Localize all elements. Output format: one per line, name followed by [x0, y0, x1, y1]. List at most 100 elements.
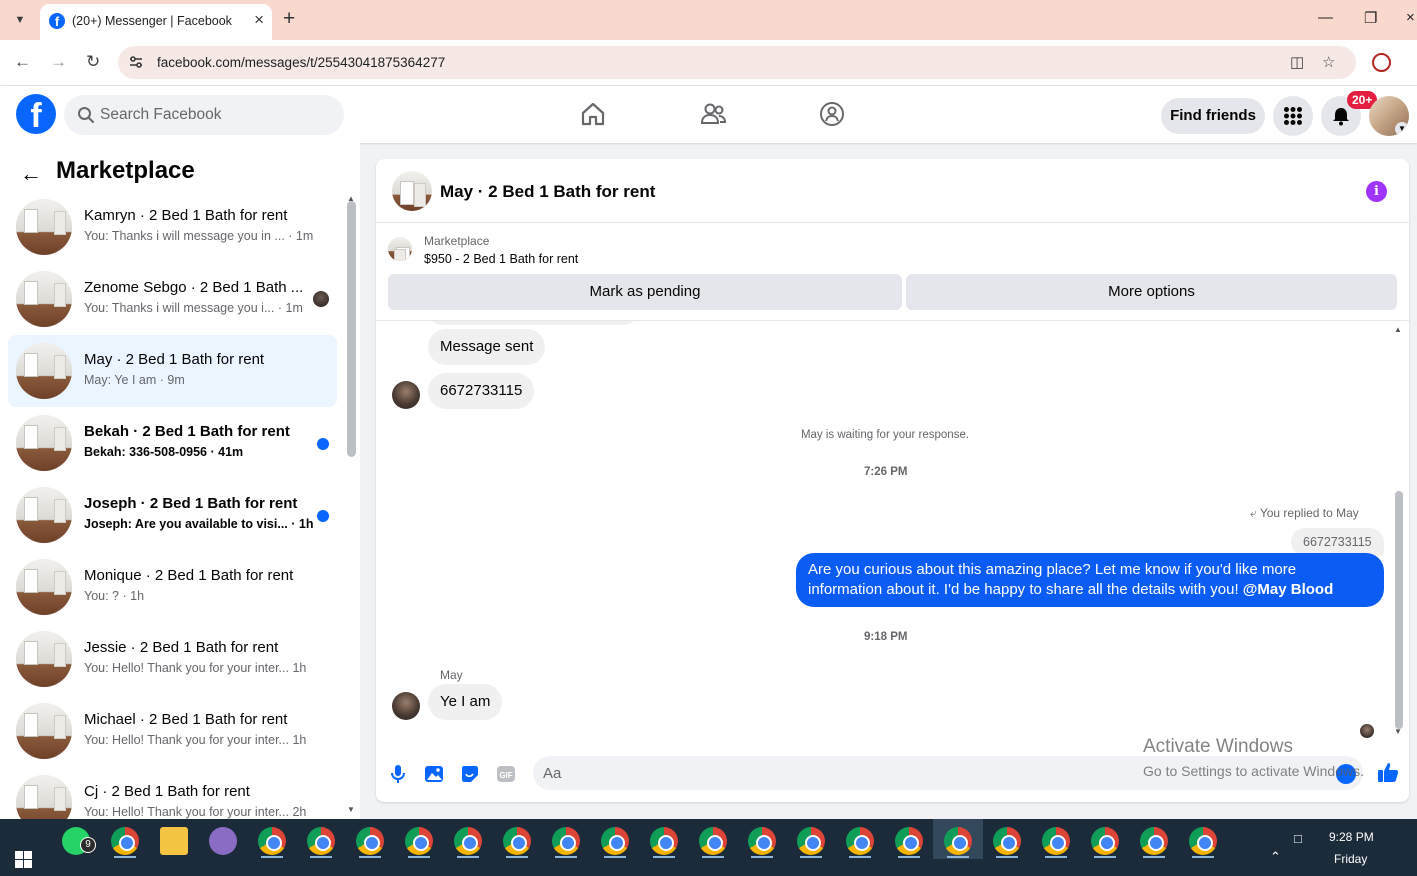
- install-app-icon[interactable]: ◫: [1290, 53, 1304, 71]
- watermark-title: Activate Windows: [1143, 736, 1293, 757]
- browser-tab[interactable]: f (20+) Messenger | Facebook ×: [40, 4, 272, 40]
- sticker-icon[interactable]: [459, 763, 481, 785]
- watermark-subtitle: Go to Settings to activate Windows.: [1143, 763, 1364, 779]
- new-tab-icon[interactable]: +: [283, 7, 295, 31]
- message-bubble: Ye I am: [428, 684, 503, 720]
- timestamp: 7:26 PM: [864, 466, 908, 478]
- listing-thumbnail: [16, 559, 72, 615]
- chat-listing-thumbnail[interactable]: [392, 171, 432, 211]
- back-arrow-icon[interactable]: ←: [20, 161, 42, 187]
- chrome-icon[interactable]: [895, 827, 923, 855]
- taskbar-clock[interactable]: 9:28 PM: [1329, 830, 1374, 844]
- chrome-icon[interactable]: [258, 827, 286, 855]
- paint-icon[interactable]: [209, 827, 237, 855]
- conversation-item[interactable]: Monique · 2 Bed 1 Bath for rent You: ? · …: [8, 551, 337, 623]
- chrome-icon[interactable]: [1140, 827, 1168, 855]
- tray-chevron-icon[interactable]: ⌃: [1270, 849, 1281, 865]
- taskbar-day[interactable]: Friday: [1334, 852, 1367, 866]
- thumbs-up-icon[interactable]: [1376, 760, 1400, 784]
- conversation-item[interactable]: Michael · 2 Bed 1 Bath for rent You: Hell…: [8, 695, 337, 767]
- chrome-icon[interactable]: [748, 827, 776, 855]
- browser-profile-icon[interactable]: [1372, 53, 1391, 72]
- running-indicator: [359, 856, 381, 858]
- chat-scrollbar[interactable]: [1395, 491, 1403, 729]
- outgoing-message-text: Are you curious about this amazing place…: [808, 561, 1297, 598]
- running-indicator: [408, 856, 430, 858]
- scroll-down-icon[interactable]: ▼: [1394, 727, 1402, 736]
- sender-avatar[interactable]: [392, 381, 420, 409]
- tab-close-icon[interactable]: ×: [254, 10, 264, 30]
- chrome-icon[interactable]: [454, 827, 482, 855]
- file-explorer-icon[interactable]: [160, 827, 188, 855]
- conversation-item[interactable]: Joseph · 2 Bed 1 Bath for rent Joseph: Ar…: [8, 479, 337, 551]
- conversation-item[interactable]: Cj · 2 Bed 1 Bath for rent You: Hello! Th…: [8, 767, 337, 819]
- more-options-button[interactable]: More options: [906, 274, 1397, 310]
- running-indicator: [555, 856, 577, 858]
- preview-text: You: ?: [84, 589, 119, 603]
- listing-thumbnail[interactable]: [388, 237, 412, 261]
- preview-text: You: Hello! Thank you for your inter...: [84, 805, 289, 819]
- chrome-icon[interactable]: [552, 827, 580, 855]
- facebook-logo[interactable]: f: [16, 94, 56, 134]
- account-avatar[interactable]: ▼: [1369, 96, 1409, 136]
- conversation-item[interactable]: Bekah · 2 Bed 1 Bath for rent Bekah: 336-…: [8, 407, 337, 479]
- chrome-icon[interactable]: [699, 827, 727, 855]
- conversation-list: Kamryn · 2 Bed 1 Bath for rent You: Thank…: [8, 191, 338, 819]
- bookmark-star-icon[interactable]: ☆: [1322, 53, 1335, 71]
- menu-button[interactable]: [1273, 96, 1313, 136]
- photo-icon[interactable]: [423, 763, 445, 785]
- info-icon[interactable]: i: [1366, 181, 1387, 202]
- chrome-icon[interactable]: [601, 827, 629, 855]
- reload-icon[interactable]: ↻: [86, 52, 100, 72]
- chrome-icon[interactable]: [356, 827, 384, 855]
- quoted-message[interactable]: 6672733115: [1291, 528, 1384, 556]
- friends-icon[interactable]: [699, 100, 727, 128]
- network-icon[interactable]: □: [1294, 831, 1302, 846]
- chrome-icon[interactable]: [797, 827, 825, 855]
- conversation-item[interactable]: May · 2 Bed 1 Bath for rent May: Ye I am …: [8, 335, 337, 407]
- chrome-icon[interactable]: [846, 827, 874, 855]
- home-icon[interactable]: [579, 100, 607, 128]
- site-settings-icon[interactable]: [128, 54, 144, 70]
- preview-time: 1h: [292, 733, 307, 747]
- conversation-title: Cj · 2 Bed 1 Bath for rent: [84, 783, 250, 800]
- find-friends-button[interactable]: Find friends: [1161, 98, 1265, 134]
- chrome-icon[interactable]: [111, 827, 139, 855]
- groups-icon[interactable]: [818, 100, 846, 128]
- chrome-icon[interactable]: [993, 827, 1021, 855]
- chrome-icon[interactable]: [503, 827, 531, 855]
- conversation-item[interactable]: Kamryn · 2 Bed 1 Bath for rent You: Thank…: [8, 191, 337, 263]
- chrome-icon[interactable]: [1042, 827, 1070, 855]
- conversation-title: Joseph · 2 Bed 1 Bath for rent: [84, 495, 298, 512]
- scroll-down-icon[interactable]: ▼: [347, 805, 355, 814]
- chrome-icon[interactable]: [405, 827, 433, 855]
- sender-avatar[interactable]: [392, 692, 420, 720]
- url-text[interactable]: facebook.com/messages/t/2554304187536427…: [157, 55, 445, 70]
- conversation-title: Jessie · 2 Bed 1 Bath for rent: [84, 639, 279, 656]
- windows-start-icon[interactable]: [15, 851, 32, 868]
- minimize-icon[interactable]: —: [1318, 9, 1333, 26]
- chrome-icon[interactable]: [650, 827, 678, 855]
- search-input[interactable]: [100, 95, 336, 135]
- forward-icon[interactable]: →: [50, 52, 67, 72]
- scroll-up-icon[interactable]: ▲: [1394, 325, 1402, 334]
- back-icon[interactable]: ←: [14, 52, 31, 72]
- microphone-icon[interactable]: [387, 763, 409, 785]
- mention-link[interactable]: @May Blood: [1243, 581, 1333, 598]
- facebook-search[interactable]: [64, 95, 344, 135]
- gif-icon[interactable]: GIF: [495, 763, 517, 785]
- chrome-icon[interactable]: [944, 827, 972, 855]
- sidebar-scrollbar[interactable]: [347, 201, 356, 457]
- chrome-icon[interactable]: [307, 827, 335, 855]
- mark-as-pending-button[interactable]: Mark as pending: [388, 274, 902, 310]
- tab-search-chevron-icon[interactable]: ▼: [6, 7, 34, 33]
- omnibox[interactable]: facebook.com/messages/t/2554304187536427…: [118, 46, 1356, 79]
- maximize-icon[interactable]: ❐: [1364, 9, 1377, 27]
- conversation-item[interactable]: Jessie · 2 Bed 1 Bath for rent You: Hello…: [8, 623, 337, 695]
- chrome-icon[interactable]: [1189, 827, 1217, 855]
- conversation-item[interactable]: Zenome Sebgo · 2 Bed 1 Bath ... You: Than…: [8, 263, 337, 335]
- window-close-icon[interactable]: ×: [1406, 9, 1415, 26]
- chrome-icon[interactable]: [1091, 827, 1119, 855]
- chat-title[interactable]: May · 2 Bed 1 Bath for rent: [440, 182, 655, 202]
- listing-price[interactable]: $950 - 2 Bed 1 Bath for rent: [424, 252, 578, 266]
